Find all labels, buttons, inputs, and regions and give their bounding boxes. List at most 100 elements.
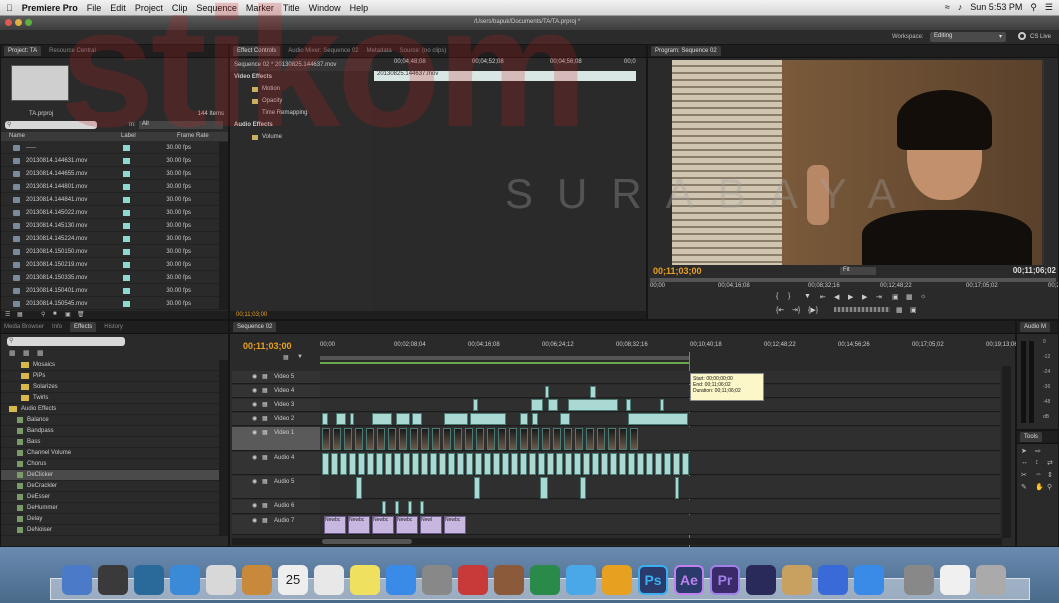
- label-swatch[interactable]: [123, 183, 130, 190]
- video-clip[interactable]: [532, 413, 538, 425]
- audio-clip[interactable]: [457, 453, 464, 475]
- marker-icon[interactable]: ▼: [804, 293, 811, 300]
- video-clip[interactable]: [355, 428, 363, 450]
- project-item[interactable]: 20130814.144801.mov 30.00 fps: [1, 181, 219, 193]
- system-preferences-icon[interactable]: [854, 565, 884, 595]
- video-clip[interactable]: [564, 428, 572, 450]
- cs-live-icon[interactable]: [1018, 32, 1026, 40]
- video-clip[interactable]: [454, 428, 462, 450]
- fx-time-remapping[interactable]: Time Remapping: [230, 107, 372, 119]
- audio-clip[interactable]: [520, 453, 527, 475]
- close-icon[interactable]: [5, 19, 12, 26]
- label-swatch[interactable]: [123, 287, 130, 294]
- video-clip[interactable]: [473, 399, 478, 411]
- effects-folder[interactable]: Twirls: [1, 393, 219, 404]
- video-clip[interactable]: [336, 413, 346, 425]
- play-icon[interactable]: ▶: [848, 293, 853, 301]
- project-item[interactable]: 20130814.150219.mov 30.00 fps: [1, 259, 219, 271]
- label-swatch[interactable]: [123, 157, 130, 164]
- audio-clip[interactable]: [408, 501, 412, 514]
- video-clip[interactable]: [590, 386, 596, 398]
- video-clip[interactable]: [568, 399, 618, 411]
- yuv-icon[interactable]: ▦: [37, 349, 44, 357]
- audio-clip[interactable]: [420, 501, 424, 514]
- effects-item[interactable]: Channel Volume: [1, 448, 219, 459]
- track-header[interactable]: ◉ ▦ Video 5: [232, 371, 320, 384]
- find-icon[interactable]: ⚲: [41, 311, 45, 318]
- lift-icon[interactable]: ▣: [892, 293, 899, 301]
- video-clip[interactable]: [560, 413, 570, 425]
- video-clip[interactable]: [421, 428, 429, 450]
- effects-folder[interactable]: PiPs: [1, 371, 219, 382]
- apple-icon[interactable]: : [6, 3, 13, 13]
- tab-audio-mixer[interactable]: Audio Mixer: Sequence 02: [288, 48, 358, 54]
- label-swatch[interactable]: [123, 235, 130, 242]
- video-clip[interactable]: [545, 386, 549, 398]
- video-clip[interactable]: [520, 413, 528, 425]
- menu-title[interactable]: Title: [283, 3, 300, 13]
- project-item[interactable]: 20130814.150401.mov 30.00 fps: [1, 285, 219, 297]
- audio-clip[interactable]: [385, 453, 392, 475]
- eye-icon[interactable]: ◉: [252, 454, 257, 461]
- project-item[interactable]: 20130814.145022.mov 30.00 fps: [1, 207, 219, 219]
- audio-clip[interactable]: [628, 453, 635, 475]
- eye-icon[interactable]: ◉: [252, 415, 257, 422]
- play-in-to-out-icon[interactable]: {▶}: [808, 306, 818, 314]
- volume-icon[interactable]: ♪: [958, 2, 963, 13]
- effects-search-input[interactable]: ⚲: [7, 337, 125, 346]
- audio-clip[interactable]: [580, 477, 586, 499]
- selection-tool-icon[interactable]: ➤: [1021, 447, 1027, 455]
- label-swatch[interactable]: [123, 144, 130, 151]
- video-clip[interactable]: [322, 428, 330, 450]
- video-clip[interactable]: [410, 428, 418, 450]
- timeline-h-scrollbar[interactable]: [232, 538, 1002, 545]
- audio-clip[interactable]: [331, 453, 338, 475]
- lock-icon[interactable]: ▦: [262, 517, 268, 524]
- wifi-icon[interactable]: ≈: [945, 2, 950, 13]
- work-area-bar[interactable]: [320, 356, 690, 360]
- safari-icon[interactable]: [170, 565, 200, 595]
- extract-icon[interactable]: ▦: [906, 293, 913, 301]
- audio-clip[interactable]: [376, 453, 383, 475]
- project-item[interactable]: 20130814.144655.mov 30.00 fps: [1, 168, 219, 180]
- audio-clip[interactable]: [395, 501, 399, 514]
- imovie-icon[interactable]: [530, 565, 560, 595]
- documents-icon[interactable]: [904, 565, 934, 595]
- audio-clip[interactable]: [322, 453, 329, 475]
- video-clip[interactable]: [396, 413, 410, 425]
- label-swatch[interactable]: [123, 222, 130, 229]
- audio-clip[interactable]: [382, 501, 386, 514]
- accelerated-icon[interactable]: ▦: [9, 349, 16, 357]
- title-clip[interactable]: Newbc: [348, 516, 370, 534]
- premiere-icon[interactable]: Pr: [710, 565, 740, 595]
- go-to-out-icon[interactable]: ⇥: [876, 293, 882, 301]
- tab-program[interactable]: Program: Sequence 02: [651, 46, 721, 56]
- list-view-icon[interactable]: ☰: [5, 311, 10, 318]
- track-header[interactable]: ◉ ▦ Audio 5: [232, 476, 320, 499]
- audio-clip[interactable]: [466, 453, 473, 475]
- menu-sequence[interactable]: Sequence: [196, 3, 237, 13]
- track-header[interactable]: ◉ ▦ Video 3: [232, 399, 320, 412]
- new-item-icon[interactable]: ▣: [65, 311, 71, 318]
- menu-clip[interactable]: Clip: [172, 3, 188, 13]
- fit-select[interactable]: Fit: [840, 267, 876, 275]
- title-clip[interactable]: Newbc: [444, 516, 466, 534]
- video-clip[interactable]: [388, 428, 396, 450]
- col-name[interactable]: Name: [9, 133, 25, 139]
- lock-icon[interactable]: ▦: [262, 401, 268, 408]
- video-clip[interactable]: [597, 428, 605, 450]
- go-to-in-icon[interactable]: ⇤: [820, 293, 826, 301]
- tab-source[interactable]: Source: (no clips): [400, 48, 447, 54]
- label-swatch[interactable]: [123, 170, 130, 177]
- scroll-thumb[interactable]: [322, 539, 412, 544]
- audio-clip[interactable]: [610, 453, 617, 475]
- eye-icon[interactable]: ◉: [252, 502, 257, 509]
- project-item[interactable]: 20130814.144631.mov 30.00 fps: [1, 155, 219, 167]
- project-item[interactable]: 20130814.145224.mov 30.00 fps: [1, 233, 219, 245]
- audio-clip[interactable]: [430, 453, 437, 475]
- tab-history[interactable]: History: [104, 324, 123, 330]
- lock-icon[interactable]: ▦: [262, 429, 268, 436]
- audio-clip[interactable]: [547, 453, 554, 475]
- video-clip[interactable]: [444, 413, 468, 425]
- messages-icon[interactable]: [386, 565, 416, 595]
